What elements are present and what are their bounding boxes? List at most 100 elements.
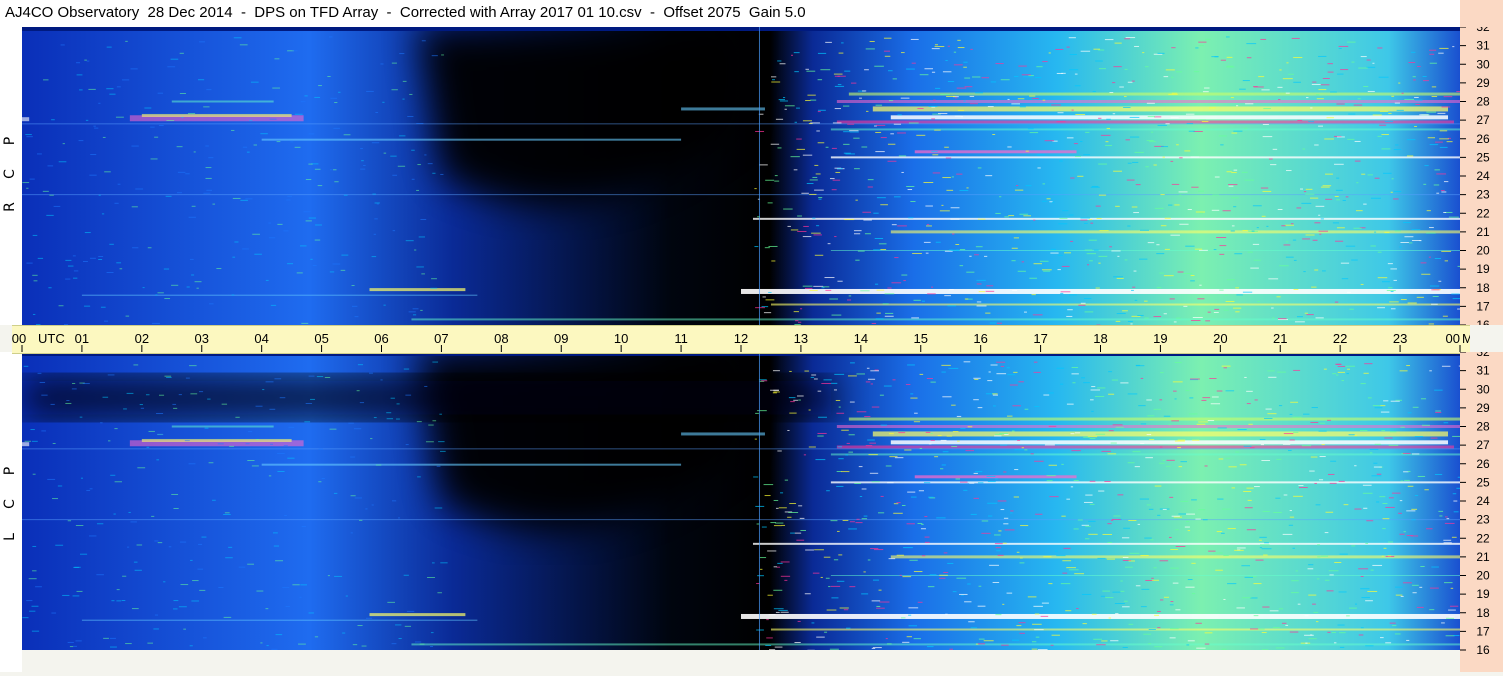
speckle — [1106, 141, 1109, 142]
speckle — [879, 602, 889, 603]
speckle — [269, 475, 271, 476]
speckle — [875, 284, 878, 285]
speckle — [1408, 486, 1414, 487]
speckle — [1403, 582, 1412, 583]
speckle — [1056, 121, 1065, 122]
speckle — [26, 188, 28, 189]
speckle — [166, 196, 172, 197]
speckle — [1334, 562, 1341, 563]
speckle — [393, 230, 395, 231]
speckle — [988, 481, 996, 482]
speckle — [122, 600, 126, 601]
speckle — [268, 223, 271, 224]
speckle — [1411, 519, 1415, 520]
speckle — [201, 537, 206, 538]
speckle — [1012, 290, 1017, 291]
band-23 — [22, 448, 1460, 449]
speckle — [106, 88, 113, 89]
speckle — [887, 482, 894, 483]
speckle — [837, 531, 840, 532]
speckle — [1185, 246, 1194, 247]
speckle — [1337, 227, 1345, 228]
speckle — [1390, 268, 1397, 269]
speckle — [1379, 125, 1386, 126]
speckle — [1246, 488, 1253, 489]
speckle — [1062, 266, 1070, 267]
speckle — [789, 503, 796, 504]
speckle — [1154, 646, 1162, 647]
speckle — [1247, 403, 1251, 404]
speckle — [223, 514, 231, 515]
speckle — [33, 474, 36, 475]
speckle — [417, 421, 422, 422]
speckle — [1440, 147, 1448, 148]
speckle — [1330, 461, 1336, 462]
speckle — [438, 441, 444, 442]
speckle — [1437, 113, 1445, 114]
speckle — [108, 374, 115, 375]
speckle — [1262, 216, 1266, 217]
speckle — [843, 144, 849, 145]
speckle — [978, 219, 986, 220]
speckle — [188, 113, 195, 114]
speckle — [857, 411, 867, 412]
speckle — [942, 177, 951, 178]
speckle — [1389, 301, 1398, 302]
speckle — [1092, 186, 1099, 187]
speckle — [1169, 497, 1173, 498]
speckle — [868, 179, 874, 180]
speckle — [1170, 235, 1179, 236]
speckle — [1278, 99, 1280, 100]
speckle — [1308, 595, 1316, 596]
speckle — [1321, 84, 1330, 85]
speckle — [113, 514, 115, 515]
speckle — [1212, 210, 1219, 211]
speckle — [941, 440, 947, 441]
speckle — [301, 101, 305, 102]
speckle — [51, 119, 55, 120]
speckle — [1209, 378, 1216, 379]
speckle — [1020, 558, 1023, 559]
speckle — [1227, 57, 1233, 58]
speckle — [1033, 314, 1043, 315]
speckle — [1247, 529, 1256, 530]
speckle — [1164, 416, 1171, 417]
speckle — [881, 425, 887, 426]
speckle — [416, 266, 424, 267]
corner-top-right — [1460, 0, 1503, 27]
speckle — [1032, 641, 1036, 642]
speckle — [1146, 399, 1152, 400]
speckle — [1382, 556, 1384, 557]
speckle — [151, 516, 154, 517]
speckle — [1298, 604, 1301, 605]
mhz-label: MHz — [1462, 331, 1470, 346]
speckle — [856, 373, 865, 374]
speckle — [361, 160, 364, 161]
speckle — [976, 246, 983, 247]
speckle — [978, 482, 983, 483]
speckle — [787, 517, 791, 518]
freq-tick-label: 30 — [1476, 382, 1490, 396]
speckle — [1228, 466, 1236, 467]
speckle — [1062, 210, 1068, 211]
speckle — [1175, 362, 1182, 363]
speckle — [1387, 290, 1396, 291]
speckle — [936, 517, 945, 518]
band-4 — [681, 107, 765, 110]
speckle — [143, 287, 145, 288]
speckle — [868, 379, 875, 380]
speckle — [888, 161, 897, 162]
speckle — [1012, 405, 1020, 406]
speckle — [1308, 568, 1314, 569]
speckle — [1391, 96, 1394, 97]
speckle — [1067, 137, 1074, 138]
speckle — [948, 81, 954, 82]
speckle — [996, 362, 1005, 363]
speckle — [107, 272, 114, 273]
speckle — [1349, 309, 1353, 310]
speckle — [924, 516, 927, 517]
speckle — [1176, 546, 1186, 547]
speckle — [1440, 130, 1447, 131]
speckle — [818, 110, 826, 111]
speckle — [1327, 117, 1334, 118]
